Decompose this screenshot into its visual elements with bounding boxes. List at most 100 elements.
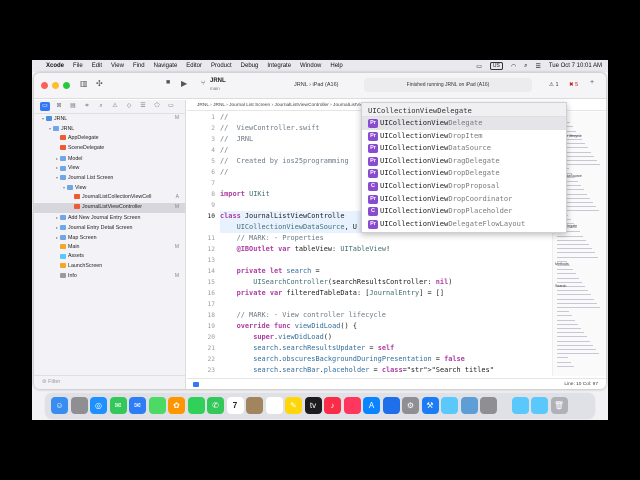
line-number[interactable]: 2: [187, 123, 217, 134]
navigator-item[interactable]: ▾ JRNL: [34, 124, 185, 134]
line-number[interactable]: 3: [187, 134, 217, 145]
completion-item[interactable]: Pr UICollectionViewDropDelegate: [362, 167, 566, 180]
line-number[interactable]: 20: [187, 332, 217, 343]
navigator-item[interactable]: SceneDelegate: [34, 144, 185, 154]
finder-window-icon[interactable]: [511, 397, 529, 414]
navigator-item[interactable]: JournalListViewController M: [34, 203, 185, 213]
navigator-item[interactable]: Info M: [34, 272, 185, 282]
symbol-navigator-icon[interactable]: ⌗: [82, 102, 92, 111]
input-source[interactable]: US: [489, 62, 503, 70]
navigator-item[interactable]: JournalListCollectionViewCell A: [34, 193, 185, 203]
mail-icon[interactable]: ✉: [129, 397, 146, 414]
navigator-item[interactable]: Main M: [34, 243, 185, 253]
completion-item[interactable]: Pr UICollectionViewDropItem: [362, 130, 566, 143]
line-number[interactable]: 19: [187, 321, 217, 332]
code-line[interactable]: super.viewDidLoad(): [220, 332, 550, 343]
issue-navigator-icon[interactable]: ⚠: [110, 102, 120, 111]
line-number[interactable]: [187, 222, 217, 233]
line-number[interactable]: 18: [187, 310, 217, 321]
menu-product[interactable]: Product: [211, 63, 232, 69]
phone-icon[interactable]: ✆: [207, 397, 224, 414]
reminders-icon[interactable]: [265, 397, 283, 414]
finder-icon[interactable]: ☺: [51, 397, 68, 414]
completion-item[interactable]: C UICollectionViewDropProposal: [362, 180, 566, 193]
line-number[interactable]: 7: [187, 178, 217, 189]
breakpoint-navigator-icon[interactable]: ⬠: [152, 102, 162, 111]
launchpad-icon[interactable]: [70, 397, 88, 414]
run-button[interactable]: ▶: [181, 79, 187, 88]
code-line[interactable]: // MARK: - View controller lifecycle: [220, 310, 550, 321]
add-icon[interactable]: +: [590, 79, 594, 86]
completion-item[interactable]: Pr UICollectionViewDataSource: [362, 142, 566, 155]
stop-button[interactable]: ■: [166, 79, 170, 86]
menu-edit[interactable]: Edit: [92, 63, 102, 69]
navigator-item[interactable]: ▾ JRNL M: [34, 114, 185, 124]
xcode-icon[interactable]: ⚒: [421, 397, 439, 414]
source-control-icon[interactable]: ✣: [96, 79, 103, 88]
keynote-icon[interactable]: [382, 397, 400, 414]
code-line[interactable]: search.searchBar.placeholder = class="st…: [220, 365, 550, 376]
line-number[interactable]: 1: [187, 112, 217, 123]
safari-icon[interactable]: ◎: [90, 397, 107, 414]
tv-icon[interactable]: tv: [304, 397, 322, 414]
navigator-item[interactable]: ▸ Model: [34, 154, 185, 164]
menu-debug[interactable]: Debug: [241, 63, 259, 69]
line-number[interactable]: 4: [187, 145, 217, 156]
control-center-icon[interactable]: ☰: [535, 63, 540, 70]
line-number[interactable]: 6: [187, 167, 217, 178]
menu-file[interactable]: File: [73, 63, 83, 69]
line-number[interactable]: 15: [187, 277, 217, 288]
line-number[interactable]: 14: [187, 266, 217, 277]
report-navigator-icon[interactable]: ▭: [166, 102, 176, 111]
code-line[interactable]: [220, 299, 550, 310]
line-number[interactable]: 11: [187, 233, 217, 244]
line-number[interactable]: 10: [187, 211, 217, 222]
code-line[interactable]: search.obscuresBackgroundDuringPresentat…: [220, 354, 550, 365]
notes-icon[interactable]: ✎: [285, 397, 302, 414]
menu-integrate[interactable]: Integrate: [267, 63, 291, 69]
line-number[interactable]: 12: [187, 244, 217, 255]
wifi-icon[interactable]: ◠: [511, 63, 516, 70]
files-icon[interactable]: [441, 397, 458, 414]
navigator-item[interactable]: ▾ View: [34, 183, 185, 193]
facetime-icon[interactable]: [187, 397, 205, 414]
code-line[interactable]: private var filteredTableData: [JournalE…: [220, 288, 550, 299]
menu-window[interactable]: Window: [300, 63, 321, 69]
completion-item[interactable]: Pr UICollectionViewDelegate: [362, 117, 566, 130]
bookmark-navigator-icon[interactable]: ▤: [68, 102, 78, 111]
trash-icon[interactable]: 🗑: [550, 397, 568, 414]
sidebar-toggle-icon[interactable]: ▥: [80, 79, 88, 88]
close-window-button[interactable]: [41, 82, 48, 89]
navigator-item[interactable]: ▾ Journal List Screen: [34, 173, 185, 183]
warning-badge[interactable]: ⚠ 1: [549, 82, 559, 88]
search-icon[interactable]: ⌕: [524, 63, 527, 70]
navigator-item[interactable]: Assets: [34, 252, 185, 262]
menu-help[interactable]: Help: [330, 63, 342, 69]
minimize-window-button[interactable]: [52, 82, 59, 89]
music-icon[interactable]: ♪: [324, 397, 341, 414]
line-number[interactable]: 13: [187, 255, 217, 266]
find-navigator-icon[interactable]: ⌕: [96, 102, 106, 111]
code-line[interactable]: search.searchResultsUpdater = self: [220, 343, 550, 354]
code-line[interactable]: private let search =: [220, 266, 550, 277]
calendar-icon[interactable]: 7: [226, 397, 244, 414]
completion-item[interactable]: Pr UICollectionViewDragDelegate: [362, 155, 566, 168]
test-navigator-icon[interactable]: ◇: [124, 102, 134, 111]
code-line[interactable]: override func viewDidLoad() {: [220, 321, 550, 332]
line-number[interactable]: 17: [187, 299, 217, 310]
navigator-filter[interactable]: ⊜ Filter: [34, 375, 185, 389]
source-control-navigator-icon[interactable]: ⊠: [54, 102, 64, 111]
battery-icon[interactable]: ▭: [476, 63, 482, 70]
simulator-icon[interactable]: [480, 397, 497, 414]
scheme-selector[interactable]: JRNL › iPad (A16): [294, 82, 338, 88]
branch-name[interactable]: main: [210, 86, 220, 91]
line-number[interactable]: 21: [187, 343, 217, 354]
minimap-mark-label[interactable]: Methods: [555, 262, 569, 266]
line-number[interactable]: 16: [187, 288, 217, 299]
app-store-icon[interactable]: A: [363, 397, 380, 414]
folder-navigator-icon[interactable]: ▭: [40, 102, 50, 111]
menu-editor[interactable]: Editor: [186, 63, 202, 69]
debug-navigator-icon[interactable]: ☰: [138, 102, 148, 111]
menu-find[interactable]: Find: [133, 63, 145, 69]
line-number[interactable]: 23: [187, 365, 217, 376]
